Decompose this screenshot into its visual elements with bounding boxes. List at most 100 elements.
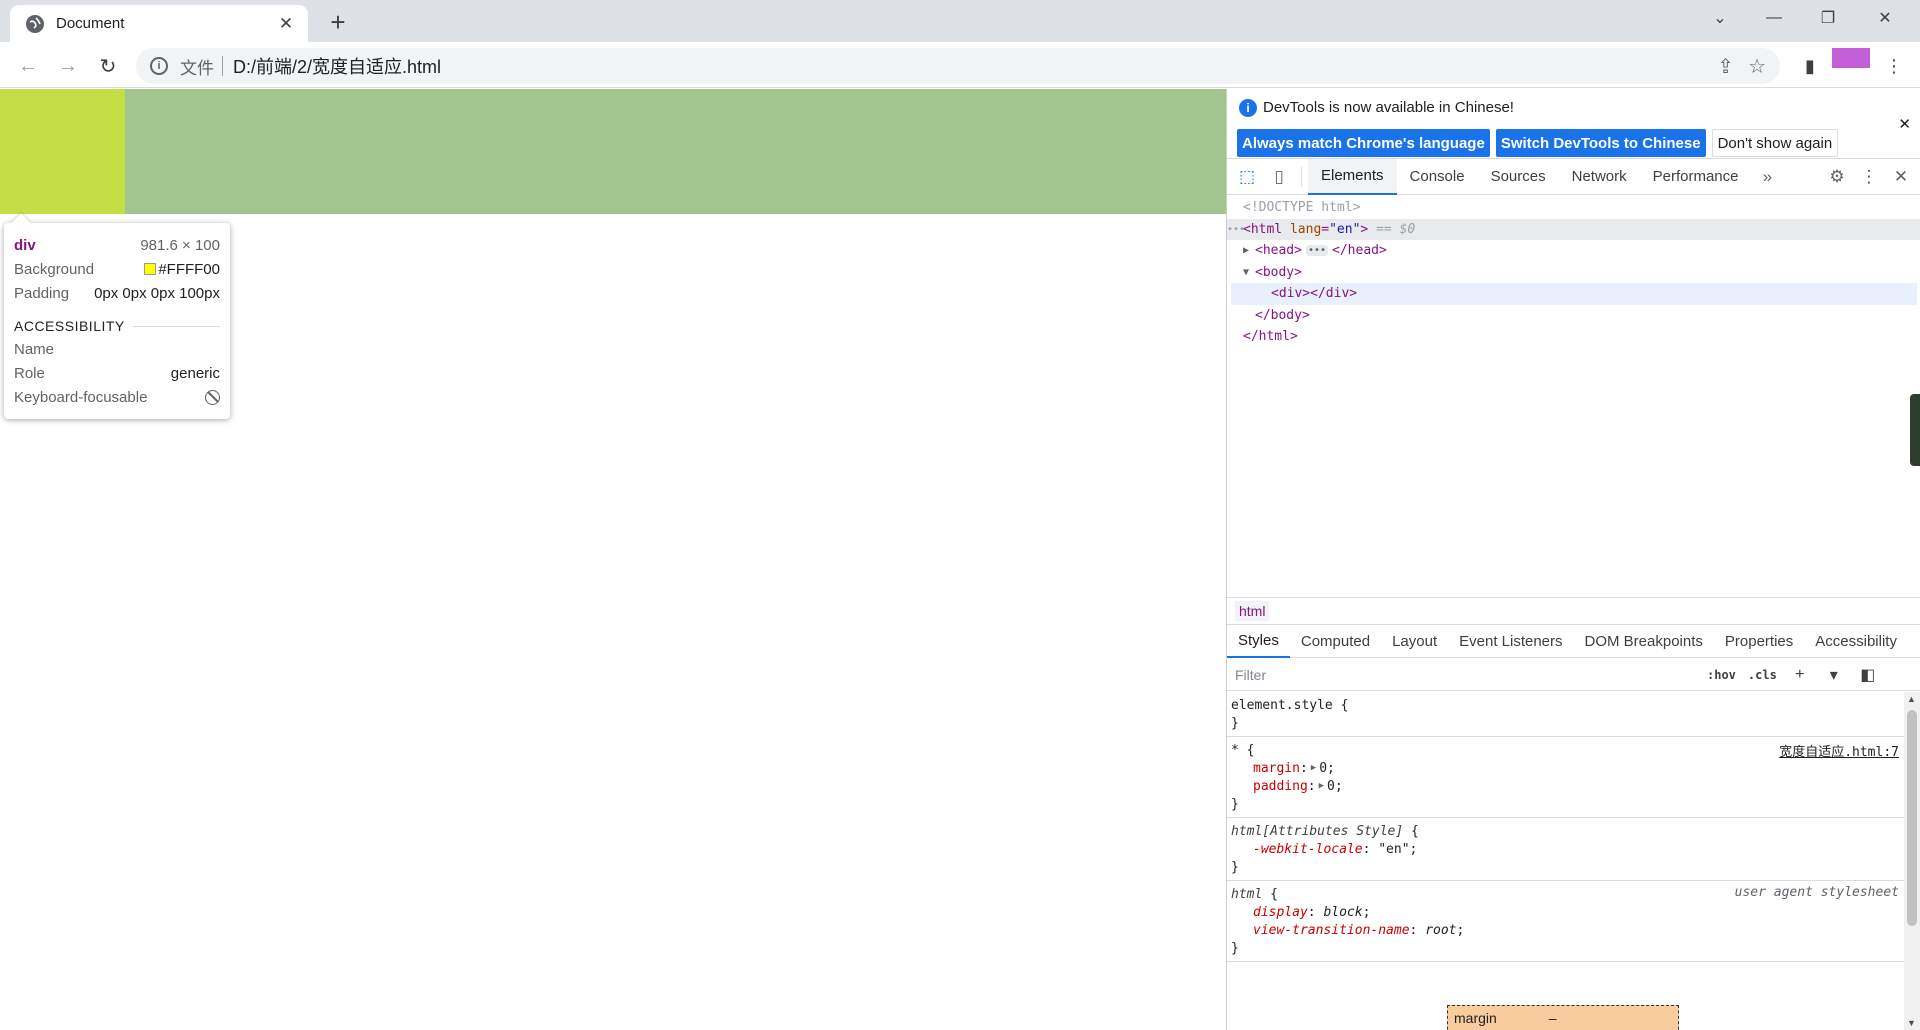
styles-filter-input[interactable] xyxy=(1231,662,1697,687)
prop-value[interactable]: 0 xyxy=(1319,761,1327,776)
subtab-computed[interactable]: Computed xyxy=(1290,626,1381,658)
dom-node-body-close[interactable]: </body> xyxy=(1227,305,1920,327)
doctype-text: <!DOCTYPE html> xyxy=(1243,200,1361,216)
tooltip-padding-value: 0px 0px 0px 100px xyxy=(94,284,220,302)
share-icon[interactable]: ⇪ xyxy=(1717,54,1734,79)
color-swatch xyxy=(144,263,157,275)
prop-value[interactable]: 0 xyxy=(1327,779,1335,794)
rule-html-user-agent[interactable]: user agent stylesheet html { display: bl… xyxy=(1227,881,1905,962)
info-icon: i xyxy=(1239,99,1257,117)
box-model-label: margin xyxy=(1454,1010,1497,1026)
url-text[interactable]: D:/前端/2/宽度自适应.html xyxy=(233,53,441,79)
chrome-menu-icon[interactable]: ⋮ xyxy=(1880,50,1908,82)
rule-html-attributes[interactable]: html[Attributes Style] { -webkit-locale:… xyxy=(1227,818,1905,881)
tab-search-icon[interactable]: ⌄ xyxy=(1693,0,1747,36)
collapse-triangle-icon[interactable]: ▼ xyxy=(1243,267,1255,278)
address-bar[interactable]: i 文件 D:/前端/2/宽度自适应.html ⇪ ☆ xyxy=(136,48,1780,84)
tab-console[interactable]: Console xyxy=(1397,159,1478,195)
subtab-styles[interactable]: Styles xyxy=(1227,626,1290,658)
dom-node-html[interactable]: ••• <html lang = "en" > == $0 xyxy=(1227,218,1920,240)
subtab-event-listeners[interactable]: Event Listeners xyxy=(1448,626,1573,658)
devtools-panel: i DevTools is now available in Chinese! … xyxy=(1226,89,1920,1030)
tab-elements[interactable]: Elements xyxy=(1308,158,1397,195)
dom-node-div[interactable]: <div></div> xyxy=(1231,283,1917,305)
html-lang-attr: lang xyxy=(1289,221,1322,237)
dom-node-body[interactable]: ▼ <body> xyxy=(1227,262,1920,284)
tooltip-tag: div xyxy=(14,236,36,254)
rule-source-ua: user agent stylesheet xyxy=(1734,885,1899,900)
minimize-icon[interactable]: — xyxy=(1747,0,1801,36)
rule-selector: html xyxy=(1231,886,1263,902)
highlighted-div[interactable] xyxy=(0,89,1226,214)
reload-icon[interactable]: ↻ xyxy=(92,50,124,82)
subtab-layout[interactable]: Layout xyxy=(1381,626,1448,658)
expand-shorthand-icon[interactable]: ▶ xyxy=(1319,781,1324,791)
expand-shorthand-icon[interactable]: ▶ xyxy=(1311,763,1316,773)
dom-node-head[interactable]: ▶ <head> ••• </head> xyxy=(1227,240,1920,262)
head-open-tag: <head> xyxy=(1255,243,1302,259)
devtools-menu-icon[interactable]: ⋮ xyxy=(1853,161,1885,193)
hov-button[interactable]: :hov xyxy=(1707,668,1736,682)
not-focusable-icon xyxy=(205,389,220,405)
tooltip-padding-label: Padding xyxy=(14,284,70,302)
collapsed-ellipsis-icon[interactable]: ••• xyxy=(1305,245,1329,257)
subtab-properties[interactable]: Properties xyxy=(1714,626,1804,658)
restore-icon[interactable]: ❐ xyxy=(1801,0,1855,36)
prop-name[interactable]: margin xyxy=(1253,761,1300,776)
box-model-margin[interactable]: margin – xyxy=(1447,1005,1679,1030)
breadcrumb-html[interactable]: html xyxy=(1235,601,1270,621)
tooltip-background-label: Background xyxy=(14,260,95,278)
rule-source-link[interactable]: 宽度自适应.html:7 xyxy=(1779,741,1899,760)
prop-name: display xyxy=(1253,904,1308,920)
side-panel-icon[interactable]: ▮ xyxy=(1796,50,1824,82)
paint-brush-icon[interactable]: ▾ xyxy=(1823,664,1845,686)
tab-sources[interactable]: Sources xyxy=(1478,159,1559,195)
tooltip-name-label: Name xyxy=(14,340,55,358)
html-lang-value: "en" xyxy=(1329,221,1361,237)
rule-element-style[interactable]: element.style { } xyxy=(1227,692,1905,737)
back-arrow-icon[interactable]: ← xyxy=(12,50,44,82)
styles-scroll-thumb[interactable] xyxy=(1907,710,1917,926)
switch-chinese-button[interactable]: Switch DevTools to Chinese xyxy=(1495,129,1706,157)
styles-subtabs: Styles Computed Layout Event Listeners D… xyxy=(1227,626,1920,658)
tab-network[interactable]: Network xyxy=(1559,159,1640,195)
tooltip-role-label: Role xyxy=(14,364,45,382)
tooltip-background-value: #FFFF00 xyxy=(158,260,220,278)
forward-arrow-icon[interactable]: → xyxy=(52,50,84,82)
new-tab-button[interactable]: + xyxy=(324,7,352,37)
more-tabs-icon[interactable]: » xyxy=(1752,161,1784,193)
scroll-down-icon[interactable]: ▼ xyxy=(1907,1018,1916,1028)
selected-marker: == $0 xyxy=(1376,221,1416,237)
window-close-icon[interactable]: ✕ xyxy=(1858,0,1912,36)
browser-tab[interactable]: Document ✕ xyxy=(10,5,308,42)
expand-triangle-icon[interactable]: ▶ xyxy=(1243,245,1255,256)
subtab-accessibility[interactable]: Accessibility xyxy=(1804,626,1908,658)
site-info-icon[interactable]: i xyxy=(150,57,168,75)
html-open-tag: <html xyxy=(1243,221,1283,237)
styles-scrollbar[interactable]: ▲ ▼ xyxy=(1904,692,1920,1030)
new-rule-plus-icon[interactable]: + xyxy=(1789,664,1811,686)
subtab-dom-breakpoints[interactable]: DOM Breakpoints xyxy=(1574,626,1714,658)
toggle-sidebar-icon[interactable]: ◧ xyxy=(1857,664,1879,686)
scroll-up-icon[interactable]: ▲ xyxy=(1907,694,1916,704)
inspect-element-icon[interactable]: ⬚ xyxy=(1231,161,1263,193)
dom-node-html-close[interactable]: </html> xyxy=(1227,326,1920,348)
infobar-close-icon[interactable]: ✕ xyxy=(1898,115,1911,133)
tab-performance[interactable]: Performance xyxy=(1640,159,1752,195)
device-toolbar-icon[interactable]: ▯ xyxy=(1263,161,1295,193)
prop-name[interactable]: padding xyxy=(1253,779,1308,794)
dont-show-again-button[interactable]: Don't show again xyxy=(1711,129,1839,157)
box-model-value: – xyxy=(1548,1010,1557,1026)
dom-scrollbar[interactable] xyxy=(1910,394,1920,466)
bookmark-star-icon[interactable]: ☆ xyxy=(1748,54,1766,79)
cls-button[interactable]: .cls xyxy=(1748,668,1777,682)
rule-universal[interactable]: 宽度自适应.html:7 * { margin: ▶ 0; padding: ▶ 0; … xyxy=(1227,737,1905,818)
prop-value: "en" xyxy=(1378,841,1410,857)
extension-icon[interactable] xyxy=(1830,48,1872,80)
match-language-button[interactable]: Always match Chrome's language xyxy=(1237,129,1490,157)
tab-close-icon[interactable]: ✕ xyxy=(276,14,296,34)
devtools-close-icon[interactable]: ✕ xyxy=(1885,161,1917,193)
settings-gear-icon[interactable]: ⚙ xyxy=(1821,161,1853,193)
node-actions-icon[interactable]: ••• xyxy=(1227,224,1245,235)
dom-node-doctype[interactable]: <!DOCTYPE html> xyxy=(1227,197,1920,219)
